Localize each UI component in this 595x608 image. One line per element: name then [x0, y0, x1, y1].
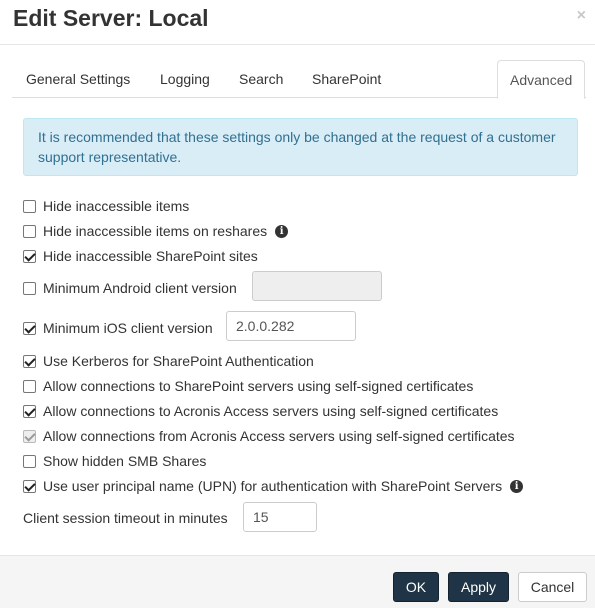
to-acronis-self-signed-checkbox[interactable] [23, 404, 36, 418]
dialog-footer: OK Apply Cancel [0, 555, 595, 608]
to-acronis-self-signed-label: Allow connections to Acronis Access serv… [43, 403, 499, 419]
kerberos-label: Use Kerberos for SharePoint Authenticati… [43, 353, 314, 369]
ok-button[interactable]: OK [393, 572, 439, 602]
warning-alert: It is recommended that these settings on… [23, 118, 578, 176]
hidden-smb-checkbox[interactable] [23, 454, 36, 468]
hide-inaccessible-items-checkbox[interactable] [23, 199, 36, 213]
hide-inaccessible-reshares-checkbox[interactable] [23, 224, 36, 238]
cancel-button[interactable]: Cancel [518, 572, 587, 602]
dialog-title: Edit Server: Local [13, 5, 209, 31]
setting-hidden-smb: Show hidden SMB Shares [23, 452, 206, 470]
setting-min-ios: Minimum iOS client version [23, 319, 213, 337]
hide-inaccessible-sharepoint-checkbox[interactable] [23, 249, 36, 263]
kerberos-checkbox[interactable] [23, 354, 36, 368]
tab-bar: General Settings Logging Search SharePoi… [12, 60, 586, 99]
tab-logging[interactable]: Logging [160, 60, 210, 98]
min-android-checkbox[interactable] [23, 281, 36, 295]
min-ios-label: Minimum iOS client version [43, 320, 213, 336]
apply-button[interactable]: Apply [448, 572, 509, 602]
setting-hide-inaccessible-sharepoint: Hide inaccessible SharePoint sites [23, 247, 258, 265]
session-timeout-label: Client session timeout in minutes [23, 510, 228, 526]
min-android-version-input[interactable] [252, 271, 382, 301]
upn-checkbox[interactable] [23, 479, 36, 493]
upn-label: Use user principal name (UPN) for authen… [43, 478, 503, 494]
from-acronis-self-signed-label: Allow connections from Acronis Access se… [43, 428, 515, 444]
tab-sharepoint[interactable]: SharePoint [312, 60, 381, 98]
close-icon[interactable]: × [577, 8, 586, 24]
tab-general-settings[interactable]: General Settings [26, 60, 130, 98]
min-ios-checkbox[interactable] [23, 321, 36, 335]
dialog-header: Edit Server: Local × [0, 0, 595, 45]
session-timeout-input[interactable]: 15 [243, 502, 317, 532]
setting-hide-inaccessible-items: Hide inaccessible items [23, 197, 189, 215]
hidden-smb-label: Show hidden SMB Shares [43, 453, 207, 469]
setting-upn: Use user principal name (UPN) for authen… [23, 477, 524, 495]
setting-min-android: Minimum Android client version [23, 279, 237, 297]
hide-inaccessible-sharepoint-label: Hide inaccessible SharePoint sites [43, 248, 258, 264]
sp-self-signed-checkbox[interactable] [23, 379, 36, 393]
setting-to-acronis-self-signed: Allow connections to Acronis Access serv… [23, 402, 498, 420]
hide-inaccessible-items-label: Hide inaccessible items [43, 198, 190, 214]
sp-self-signed-label: Allow connections to SharePoint servers … [43, 378, 474, 394]
min-ios-version-input[interactable]: 2.0.0.282 [226, 311, 356, 341]
tab-search[interactable]: Search [239, 60, 283, 98]
info-icon[interactable]: i [510, 479, 524, 493]
setting-hide-inaccessible-reshares: Hide inaccessible items on reshares i [23, 222, 289, 240]
setting-sp-self-signed: Allow connections to SharePoint servers … [23, 377, 473, 395]
setting-kerberos: Use Kerberos for SharePoint Authenticati… [23, 352, 314, 370]
min-android-label: Minimum Android client version [43, 280, 237, 296]
tab-advanced[interactable]: Advanced [497, 60, 586, 99]
from-acronis-self-signed-checkbox [23, 429, 36, 443]
info-icon[interactable]: i [275, 224, 289, 238]
hide-inaccessible-reshares-label: Hide inaccessible items on reshares [43, 223, 268, 239]
setting-session-timeout: Client session timeout in minutes [23, 509, 228, 527]
setting-from-acronis-self-signed: Allow connections from Acronis Access se… [23, 427, 515, 445]
